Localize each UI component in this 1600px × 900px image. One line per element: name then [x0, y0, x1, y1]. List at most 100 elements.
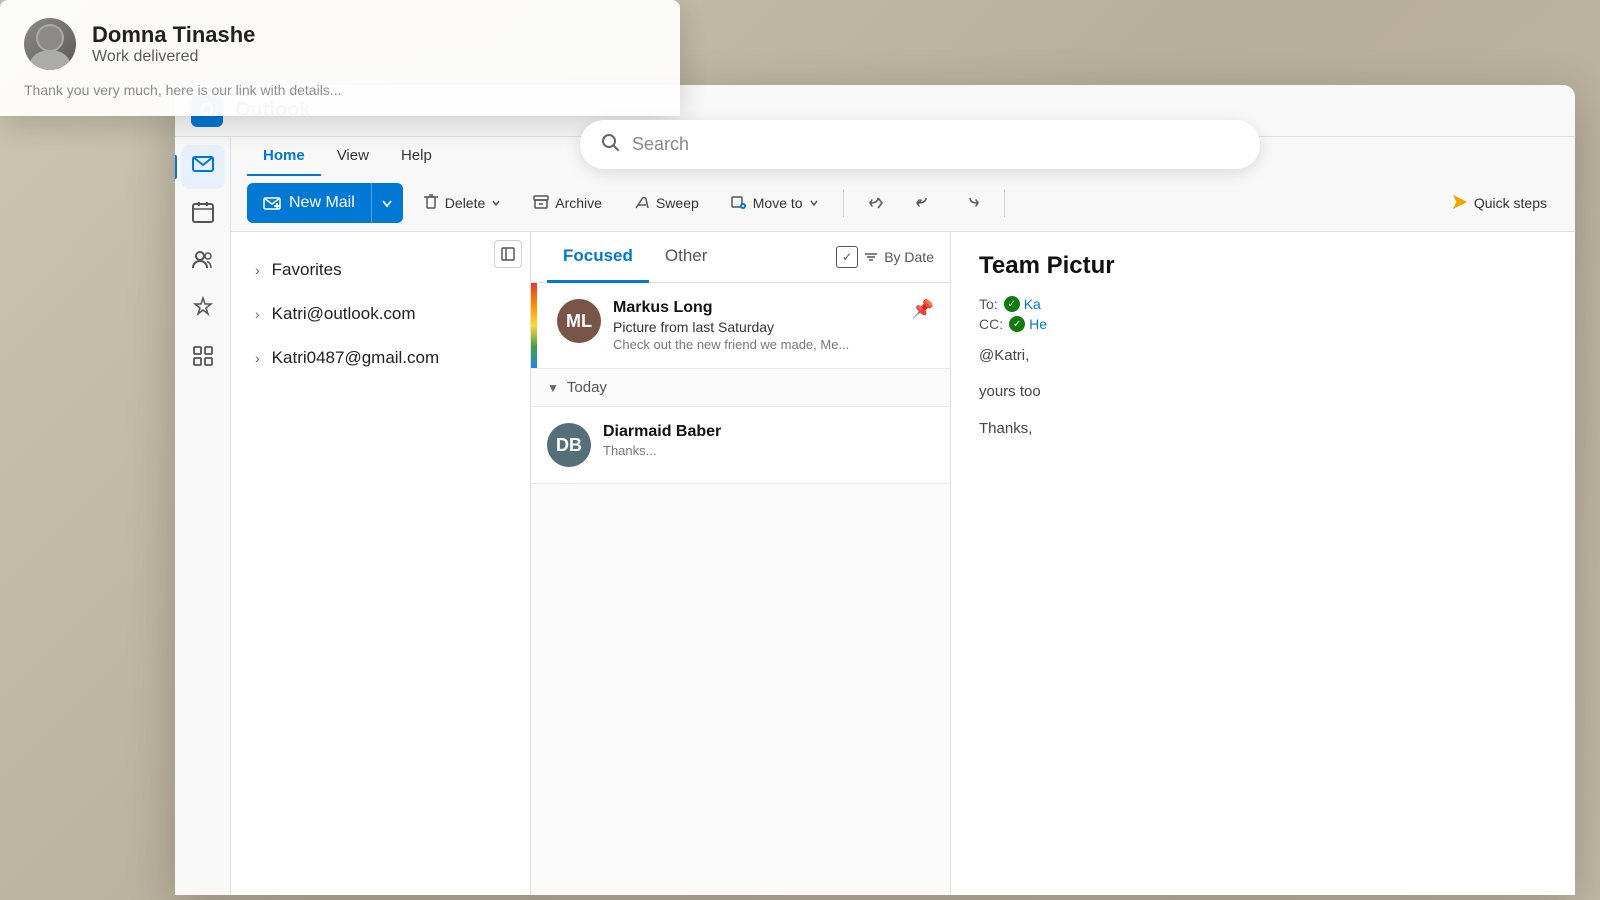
ribbon-separator-1 [843, 189, 844, 217]
new-mail-main[interactable]: New Mail [247, 183, 371, 223]
tab-help[interactable]: Help [385, 137, 448, 176]
archive-icon [533, 194, 549, 213]
forward-icon [964, 194, 980, 213]
email-content-2: Diarmaid Baber Thanks... [603, 423, 934, 458]
delete-dropdown-icon [491, 198, 501, 208]
sidebar-item-calendar[interactable] [181, 193, 225, 237]
email-subject-1: Picture from last Saturday [613, 319, 900, 335]
sweep-label: Sweep [656, 195, 699, 211]
tab-home[interactable]: Home [247, 137, 321, 176]
panel-toggle-button[interactable] [494, 240, 522, 268]
email-sender-2: Diarmaid Baber [603, 423, 934, 441]
sort-label: By Date [884, 249, 934, 265]
folder-item-outlook[interactable]: › Katri@outlook.com [231, 292, 530, 336]
ribbon-actions: New Mail [231, 175, 1575, 231]
floating-body-preview: Thank you very much, here is our link wi… [24, 82, 656, 98]
email-avatar-2: DB [547, 423, 591, 467]
today-chevron-icon: ▼ [547, 381, 559, 395]
tasks-icon [191, 296, 215, 326]
email-sender-1: Markus Long [613, 299, 900, 317]
quick-steps-button[interactable]: Quick steps [1440, 185, 1559, 221]
email-content-1: Markus Long Picture from last Saturday C… [613, 299, 900, 352]
tab-view[interactable]: View [321, 137, 385, 176]
pin-icon: 📌 [912, 299, 934, 320]
reply-icon [868, 194, 884, 213]
sidebar-item-apps[interactable] [181, 337, 225, 381]
check-icon-1: ✓ [1004, 296, 1020, 312]
email-item-1[interactable]: ML Markus Long Picture from last Saturda… [531, 283, 950, 369]
reading-to-line: To: ✓ Ka [979, 296, 1547, 312]
sidebar-icons [175, 137, 231, 895]
reading-title: Team Pictur [979, 252, 1547, 280]
outlook-window: O Outlook [175, 85, 1575, 895]
check-icon-2: ✓ [1009, 316, 1025, 332]
sidebar-item-people[interactable] [181, 241, 225, 285]
reading-pane: Team Pictur To: ✓ Ka CC: ✓ He [951, 232, 1575, 895]
floating-email-card: Domna Tinashe Work delivered Thank you v… [0, 0, 680, 116]
folder-favorites-label: Favorites [272, 260, 342, 280]
reply-all-icon [916, 194, 932, 213]
tab-focused[interactable]: Focused [547, 232, 649, 283]
search-bar[interactable]: Search [580, 120, 1260, 169]
reply-button[interactable] [856, 185, 896, 221]
floating-avatar [24, 18, 76, 70]
today-label: Today [567, 379, 607, 396]
forward-button[interactable] [952, 185, 992, 221]
sidebar-item-tasks[interactable] [181, 289, 225, 333]
new-mail-button[interactable]: New Mail [247, 183, 403, 223]
email-preview-1: Check out the new friend we made, Me... [613, 337, 900, 352]
to-label: To: [979, 296, 998, 312]
quick-steps-label: Quick steps [1474, 195, 1547, 211]
move-to-icon [731, 194, 747, 213]
reading-body-2: yours too [979, 380, 1547, 404]
mail-icon [191, 152, 215, 182]
filter-icon: ✓ [836, 246, 858, 268]
recipient-2-name: He [1029, 316, 1047, 332]
recipient-1: ✓ Ka [1004, 296, 1041, 312]
email-preview-2: Thanks... [603, 443, 934, 458]
floating-subject: Work delivered [92, 48, 255, 66]
sidebar-item-mail[interactable] [181, 145, 225, 189]
delete-button[interactable]: Delete [411, 185, 513, 221]
content-split: › Favorites › Katri@outlook.com › Katri0… [231, 232, 1575, 895]
email-avatar-1: ML [557, 299, 601, 343]
email-tabs: Focused Other ✓ By Date [531, 232, 950, 283]
move-to-button[interactable]: Move to [719, 185, 831, 221]
folder-gmail-label: Katri0487@gmail.com [272, 348, 440, 368]
apps-icon [191, 344, 215, 374]
reply-all-button[interactable] [904, 185, 944, 221]
recipient-1-name: Ka [1024, 296, 1041, 312]
folder-item-gmail[interactable]: › Katri0487@gmail.com [231, 336, 530, 380]
archive-button[interactable]: Archive [521, 185, 614, 221]
sort-icon [864, 250, 878, 264]
ribbon-separator-2 [1004, 189, 1005, 217]
color-strip [531, 283, 537, 368]
tab-other[interactable]: Other [649, 232, 724, 283]
move-to-label: Move to [753, 195, 803, 211]
sweep-button[interactable]: Sweep [622, 185, 711, 221]
delete-label: Delete [445, 195, 485, 211]
today-section[interactable]: ▼ Today [531, 369, 950, 407]
delete-icon [423, 194, 439, 213]
at-mention: @Katri, [979, 347, 1029, 364]
reading-cc-line: CC: ✓ He [979, 316, 1547, 332]
reading-thanks: Thanks, [979, 420, 1547, 437]
email-item-2[interactable]: DB Diarmaid Baber Thanks... [531, 407, 950, 484]
new-mail-dropdown[interactable] [371, 183, 403, 223]
calendar-icon [191, 200, 215, 230]
floating-sender: Domna Tinashe [92, 22, 255, 48]
move-to-dropdown-icon [809, 198, 819, 208]
cc-label: CC: [979, 316, 1003, 332]
chevron-right-icon-2: › [255, 306, 260, 322]
main-content: Home View Help [231, 137, 1575, 895]
folder-item-favorites[interactable]: › Favorites [231, 248, 530, 292]
new-mail-label: New Mail [289, 194, 355, 212]
recipient-2: ✓ He [1009, 316, 1047, 332]
chevron-right-icon-3: › [255, 350, 260, 366]
quick-steps-icon [1452, 194, 1468, 213]
chevron-right-icon: › [255, 262, 260, 278]
folder-panel: › Favorites › Katri@outlook.com › Katri0… [231, 232, 531, 895]
people-icon [191, 248, 215, 278]
email-filter[interactable]: ✓ By Date [836, 246, 934, 268]
reading-header: Team Pictur [979, 252, 1547, 280]
